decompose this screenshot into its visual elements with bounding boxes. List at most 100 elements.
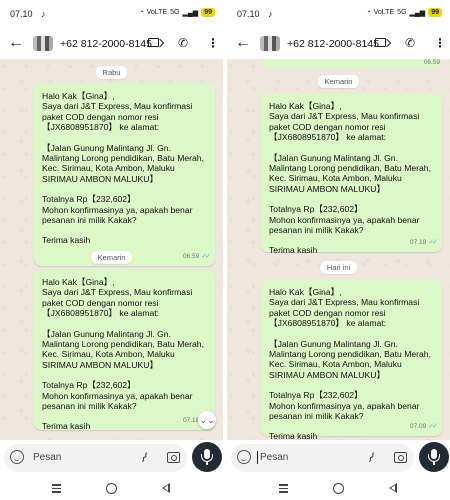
mic-icon-foot: [433, 462, 435, 465]
tiktok-notification-icon: ♪: [268, 9, 273, 19]
read-ticks-icon: ✓✓: [428, 422, 438, 430]
message-bubble[interactable]: Halo Kak【Gina】, Saya dari J&T Express, M…: [34, 84, 215, 266]
emoji-icon[interactable]: [10, 450, 24, 464]
status-icons: ◔ VoLTE 5G ▂▄▆ 99: [139, 8, 215, 17]
message-time: 07.18: [182, 416, 200, 424]
message-list[interactable]: 06.59 Kemarin Halo Kak【Gina】, Saya dari …: [227, 59, 450, 441]
contact-phone[interactable]: +62 812-2000-8145: [60, 38, 152, 50]
mic-button[interactable]: [192, 442, 222, 472]
camera-icon[interactable]: [394, 452, 407, 463]
message-intro: Saya dari J&T Express, Mau konfirmasi pa…: [269, 111, 420, 143]
message-intro: Saya dari J&T Express, Mau konfirmasi pa…: [42, 101, 193, 133]
label-icon[interactable]: [375, 38, 386, 47]
signal-icon: ▂▄▆: [409, 9, 426, 17]
message-meta: 06.59 ✓✓: [183, 252, 211, 262]
alarm-icon: ◔: [139, 9, 144, 16]
message-ask: Mohon konfirmasinya ya, apakah benar pes…: [269, 214, 420, 236]
message-thanks: Terima kasih: [42, 235, 91, 246]
tiktok-notification-icon: ♪: [41, 9, 46, 19]
status-icons: ◔ VoLTE 5G ▂▄▆ 99: [366, 8, 442, 17]
date-divider: Kemarin: [317, 75, 360, 88]
mic-icon-stand: [201, 454, 213, 462]
message-composer: Pesan ⌇: [0, 440, 223, 478]
message-total: Totalnya Rp【232,602】: [269, 204, 363, 215]
contact-phone[interactable]: +62 812-2000-8145: [287, 38, 379, 50]
status-bar: 07.10 ♪ ◔ VoLTE 5G ▂▄▆ 99: [0, 0, 223, 28]
chat-screen-right: 07.10 ♪ ◔ VoLTE 5G ▂▄▆ 99 ← +62 812-2000…: [227, 0, 450, 500]
message-ask: Mohon konfirmasinya ya, apakah benar pes…: [42, 204, 193, 226]
mic-button[interactable]: [419, 442, 449, 472]
message-bubble[interactable]: Halo Kak【Gina】, Saya dari J&T Express, M…: [261, 280, 442, 441]
label-icon[interactable]: [148, 38, 159, 47]
message-input-placeholder: Pesan: [260, 452, 289, 463]
emoji-icon[interactable]: [237, 450, 251, 464]
message-address: 【Jalan Gunung Malintang Jl. Gn. Malintan…: [269, 152, 431, 194]
message-input-placeholder: Pesan: [33, 452, 62, 463]
message-greeting: Halo Kak【Gina】,: [269, 287, 342, 297]
volte-label: VoLTE: [146, 9, 168, 16]
add-call-icon[interactable]: ✆: [178, 35, 188, 51]
home-icon[interactable]: [333, 483, 344, 494]
text-cursor: [257, 451, 258, 464]
recents-icon[interactable]: [52, 484, 61, 493]
message-bubble-partial: [261, 60, 442, 68]
system-nav-bar: [0, 478, 223, 500]
message-ask: Mohon konfirmasinya ya, apakah benar pes…: [42, 390, 193, 412]
message-address: 【Jalan Gunung Malintang Jl. Gn. Malintan…: [42, 142, 204, 184]
message-address: 【Jalan Gunung Malintang Jl. Gn. Malintan…: [42, 328, 204, 370]
chat-header: ← +62 812-2000-8145 ✆ ⋮: [227, 28, 450, 60]
message-total: Totalnya Rp【232,602】: [269, 390, 363, 401]
message-time: 07.09: [409, 422, 427, 430]
date-divider: Kemarin: [90, 251, 133, 264]
network-label: 5G: [397, 9, 407, 16]
system-nav-bar: [227, 478, 450, 500]
add-call-icon[interactable]: ✆: [405, 35, 415, 51]
arrow-back-icon[interactable]: ←: [8, 34, 24, 52]
message-address: 【Jalan Gunung Malintang Jl. Gn. Malintan…: [269, 338, 431, 380]
status-time: 07.10: [237, 9, 260, 19]
date-divider: Hari ini: [319, 261, 358, 274]
message-total: Totalnya Rp【232,602】: [42, 194, 136, 205]
message-bubble[interactable]: Halo Kak【Gina】, Saya dari J&T Express, M…: [261, 94, 442, 255]
message-total: Totalnya Rp【232,602】: [42, 380, 136, 391]
read-ticks-icon: ✓✓: [201, 252, 211, 260]
network-label: 5G: [170, 9, 180, 16]
camera-icon[interactable]: [167, 452, 180, 463]
attach-icon[interactable]: ⌇: [137, 449, 151, 466]
read-ticks-icon: ✓✓: [428, 238, 438, 246]
message-intro: Saya dari J&T Express, Mau konfirmasi pa…: [42, 287, 193, 319]
mic-icon-foot: [206, 462, 208, 465]
alarm-icon: ◔: [366, 9, 371, 16]
message-meta: 07.18 ✓✓: [409, 238, 438, 248]
nav-back-icon[interactable]: [389, 483, 397, 493]
message-composer: Pesan ⌇: [227, 440, 450, 478]
recents-icon[interactable]: [279, 484, 288, 493]
avatar[interactable]: [33, 36, 53, 51]
avatar[interactable]: [260, 36, 280, 51]
volte-label: VoLTE: [373, 9, 395, 16]
message-time: 06.59: [423, 59, 440, 66]
message-time: 07.18: [409, 238, 427, 246]
date-divider: Rabu: [95, 66, 128, 79]
chat-header: ← +62 812-2000-8145 ✆ ⋮: [0, 28, 223, 60]
signal-icon: ▂▄▆: [182, 9, 199, 17]
battery-icon: 99: [428, 8, 442, 17]
message-meta: 07.09 ✓✓: [409, 422, 438, 432]
attach-icon[interactable]: ⌇: [364, 449, 378, 466]
arrow-back-icon[interactable]: ←: [235, 34, 251, 52]
message-list[interactable]: Rabu Halo Kak【Gina】, Saya dari J&T Expre…: [0, 60, 223, 440]
battery-icon: 99: [201, 8, 215, 17]
message-input[interactable]: Pesan ⌇: [4, 444, 187, 472]
status-bar: 07.10 ♪ ◔ VoLTE 5G ▂▄▆ 99: [227, 0, 450, 28]
message-intro: Saya dari J&T Express, Mau konfirmasi pa…: [269, 297, 420, 329]
scroll-down-button[interactable]: ⌄⌄: [198, 411, 216, 429]
message-bubble[interactable]: Halo Kak【Gina】, Saya dari J&T Express, M…: [34, 270, 215, 431]
nav-back-icon[interactable]: [162, 483, 170, 493]
message-input[interactable]: Pesan ⌇: [231, 444, 414, 472]
message-greeting: Halo Kak【Gina】,: [269, 101, 342, 111]
more-vert-icon[interactable]: ⋮: [434, 35, 446, 51]
home-icon[interactable]: [106, 483, 117, 494]
message-ask: Mohon konfirmasinya ya, apakah benar pes…: [269, 400, 420, 422]
status-time: 07.10: [10, 9, 33, 19]
more-vert-icon[interactable]: ⋮: [207, 35, 219, 51]
